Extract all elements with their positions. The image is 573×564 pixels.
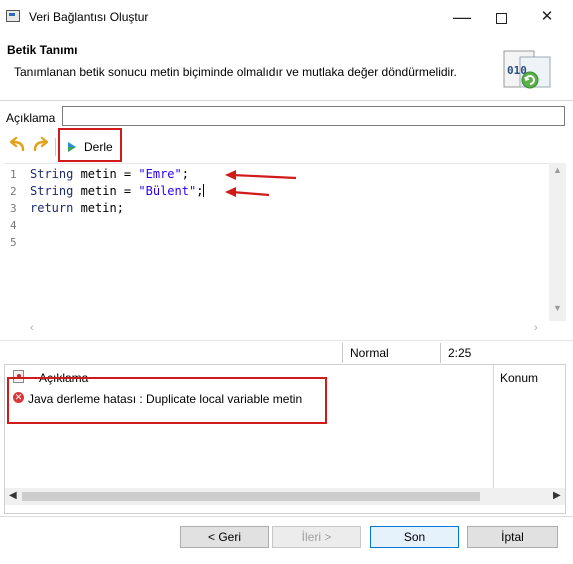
scroll-down-icon[interactable]: ▼ xyxy=(553,303,562,313)
status-separator xyxy=(342,343,343,363)
app-icon xyxy=(6,10,20,22)
text-caret xyxy=(203,184,205,197)
scroll-left-icon[interactable]: ◀ xyxy=(9,490,17,501)
header-divider xyxy=(0,100,573,101)
code-editor[interactable]: 1 2 3 4 5 String metin = "Emre"; String … xyxy=(4,163,549,322)
maximize-icon xyxy=(495,12,507,24)
close-button[interactable]: ✕ xyxy=(527,4,567,30)
code-line: return metin; xyxy=(30,201,124,215)
cancel-button[interactable]: İptal xyxy=(467,526,558,548)
scroll-left-icon[interactable]: ‹ xyxy=(30,322,34,334)
next-button[interactable]: İleri > xyxy=(272,526,361,548)
line-number: 3 xyxy=(10,202,17,215)
status-separator xyxy=(440,343,441,363)
window-titlebar: Veri Bağlantısı Oluştur — ✕ xyxy=(0,0,573,34)
scroll-right-icon[interactable]: ▶ xyxy=(553,490,561,501)
scroll-up-icon[interactable]: ▲ xyxy=(553,165,562,175)
line-number: 1 xyxy=(10,168,17,181)
button-bar-divider xyxy=(0,516,573,517)
line-number-gutter: 1 2 3 4 5 xyxy=(4,164,26,322)
editor-horizontal-scrollbar[interactable]: ‹ › xyxy=(22,321,549,337)
scroll-right-icon[interactable]: › xyxy=(534,322,538,334)
problems-horizontal-scrollbar[interactable]: ◀ ▶ xyxy=(5,488,565,505)
editor-statusbar: Normal 2:25 xyxy=(0,340,573,365)
redo-icon[interactable] xyxy=(29,135,51,157)
insert-mode-status: Normal xyxy=(350,346,389,360)
page-title: Betik Tanımı xyxy=(7,43,78,57)
window-title: Veri Bağlantısı Oluştur xyxy=(29,10,149,24)
undo-icon[interactable] xyxy=(7,135,29,157)
column-divider[interactable] xyxy=(493,365,494,489)
cursor-position-status: 2:25 xyxy=(448,346,472,360)
binary-script-icon: 010 xyxy=(503,50,551,89)
code-line: String metin = "Bülent"; xyxy=(30,184,205,198)
page-description: Tanımlanan betik sonucu metin biçiminde … xyxy=(14,65,457,79)
code-line: String metin = "Emre"; xyxy=(30,167,189,181)
editor-vertical-scrollbar[interactable]: ▲ ▼ xyxy=(549,163,566,321)
problems-location-header[interactable]: Konum xyxy=(500,371,538,385)
maximize-button[interactable] xyxy=(481,4,521,30)
description-input[interactable] xyxy=(62,106,565,126)
compile-highlight-box xyxy=(58,128,122,162)
description-label: Açıklama xyxy=(6,111,56,125)
back-button[interactable]: < Geri xyxy=(180,526,269,548)
wizard-header: Betik Tanımı Tanımlanan betik sonucu met… xyxy=(0,34,573,100)
toolbar-separator xyxy=(55,138,56,156)
line-number: 5 xyxy=(10,236,17,249)
annotation-arrow-icon xyxy=(225,187,270,197)
line-number: 4 xyxy=(10,219,17,232)
annotation-arrow-icon xyxy=(225,170,297,180)
line-number: 2 xyxy=(10,185,17,198)
minimize-button[interactable]: — xyxy=(442,4,482,30)
error-highlight-box xyxy=(7,377,327,424)
scrollbar-thumb[interactable] xyxy=(22,492,480,501)
finish-button[interactable]: Son xyxy=(370,526,459,548)
